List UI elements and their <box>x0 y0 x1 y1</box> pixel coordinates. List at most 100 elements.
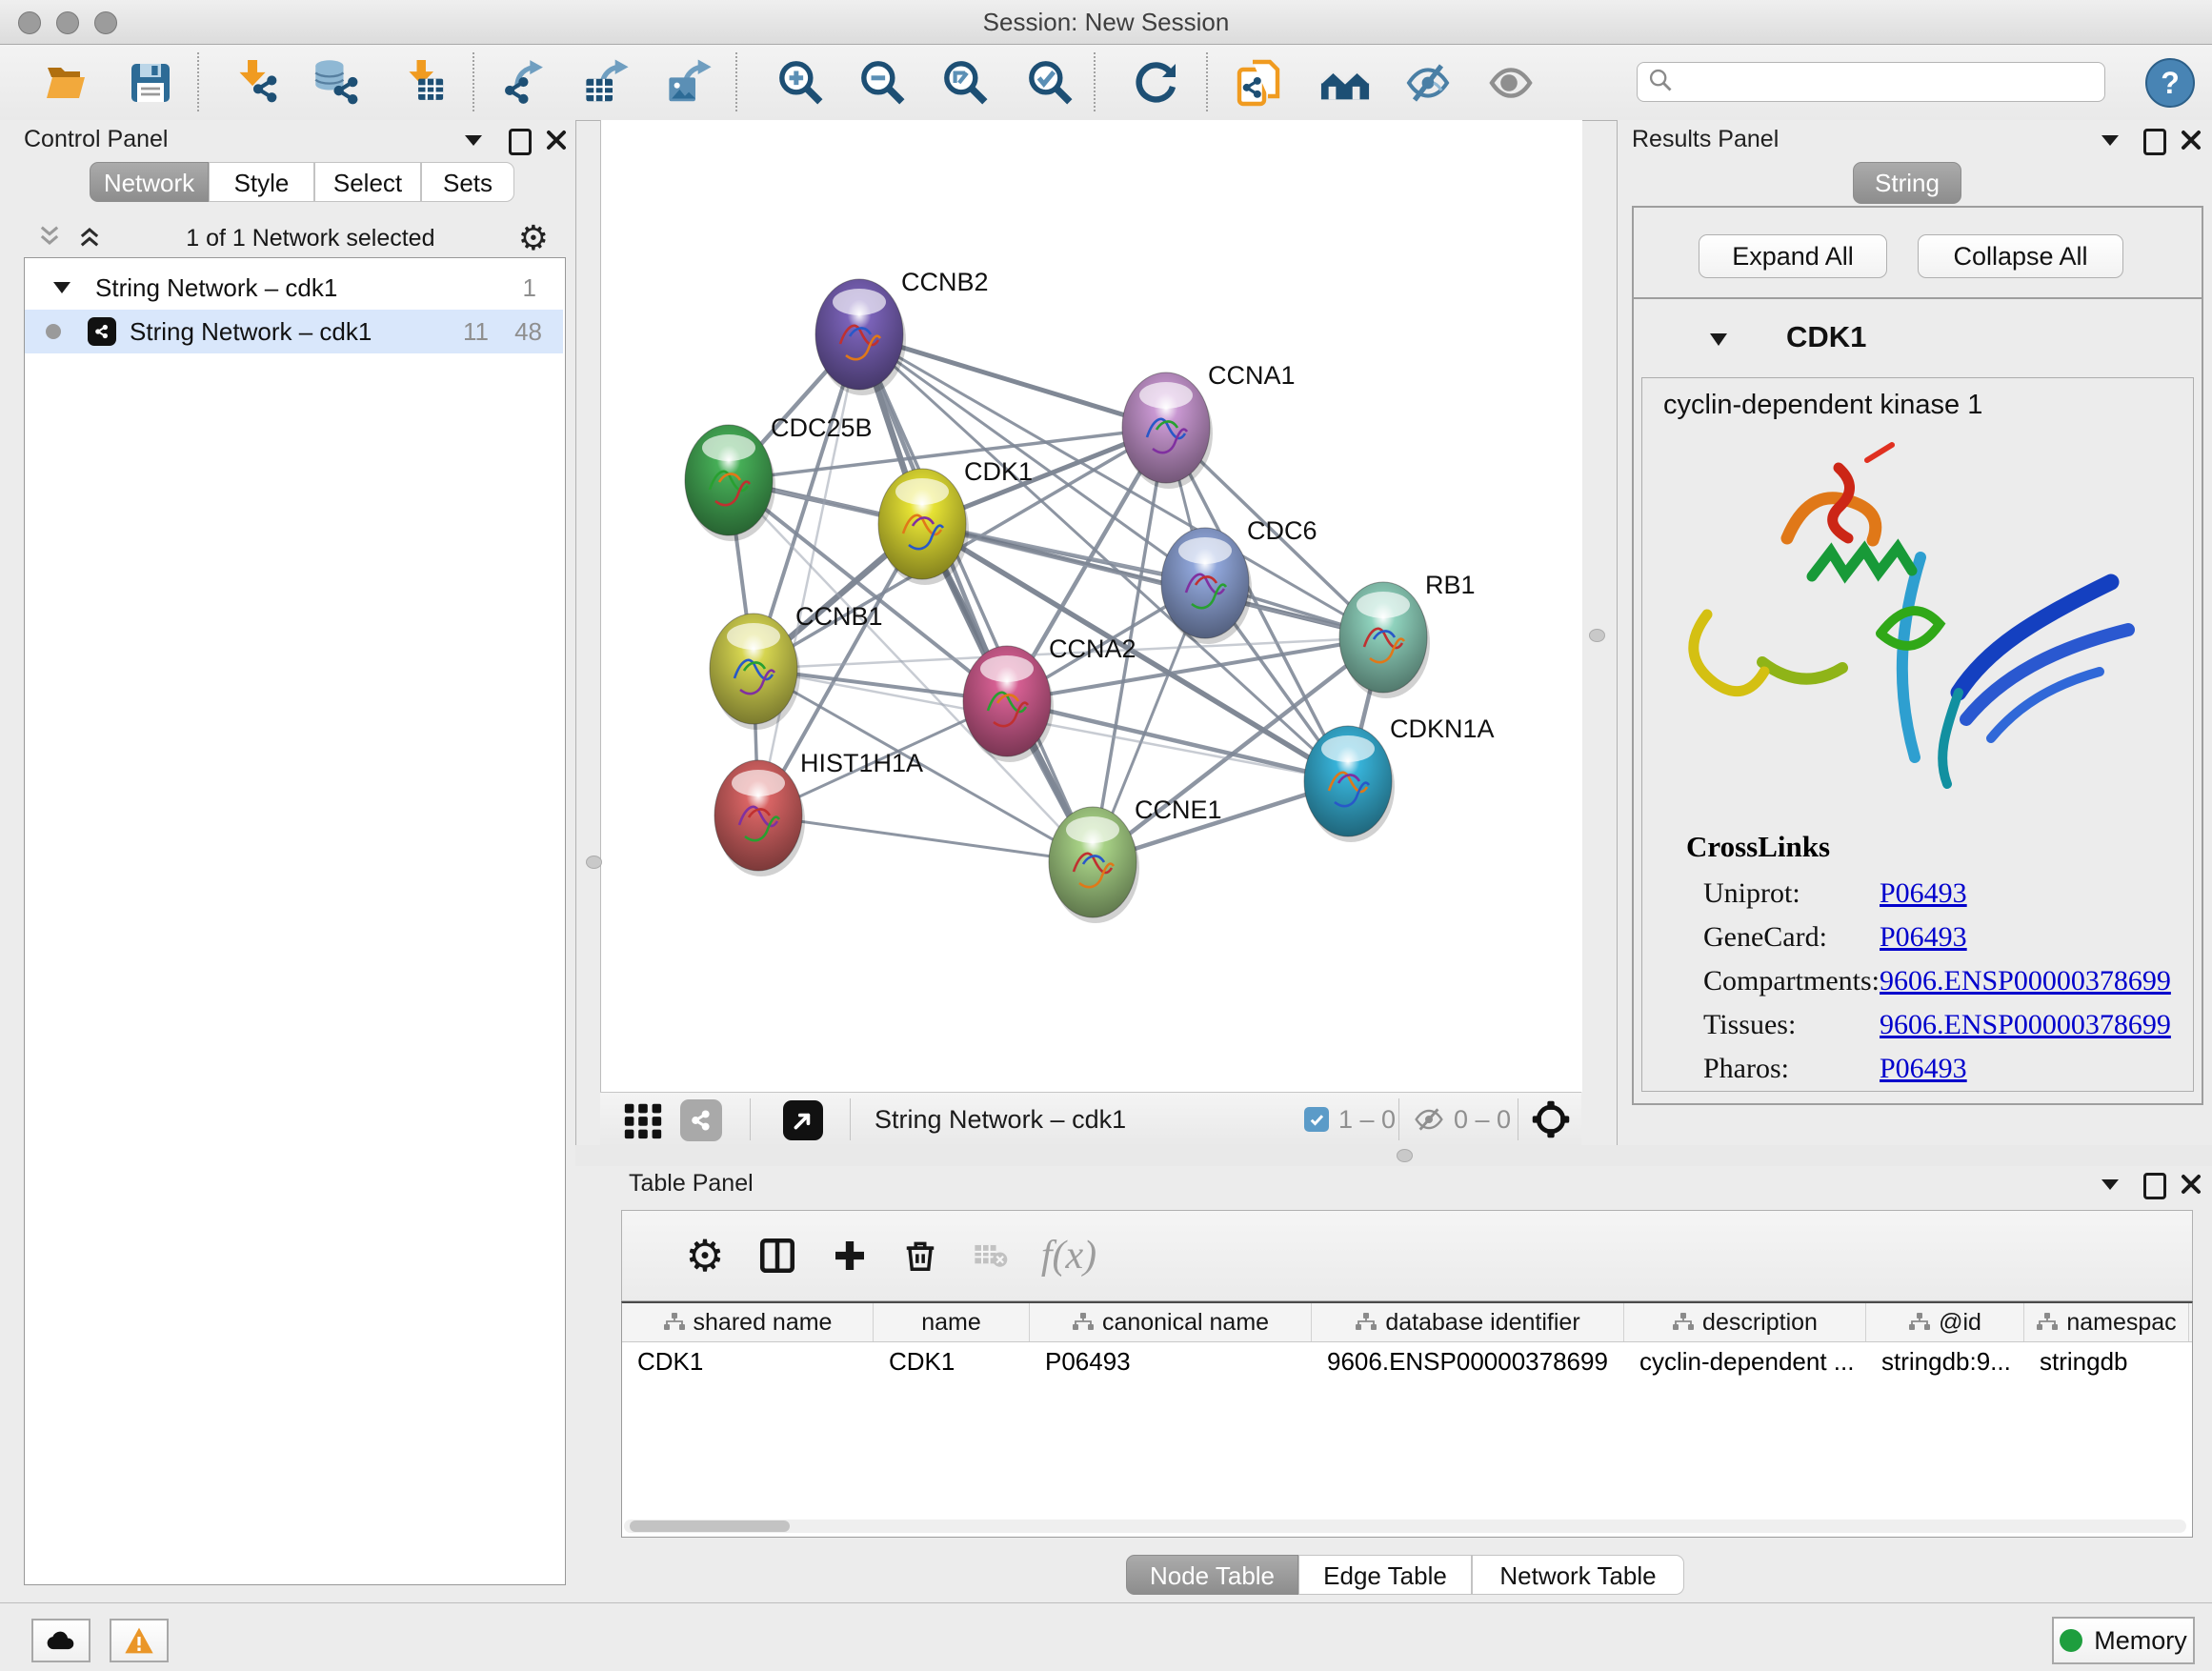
column-header-description[interactable]: description <box>1624 1303 1866 1341</box>
create-column-plus-icon[interactable] <box>826 1211 874 1300</box>
collapse-section-icon[interactable] <box>1710 333 1727 346</box>
tab-string[interactable]: String <box>1853 162 1961 204</box>
warning-status-button[interactable] <box>110 1619 169 1662</box>
horizontal-splitter[interactable] <box>575 1145 2212 1166</box>
tab-network-table[interactable]: Network Table <box>1472 1555 1684 1595</box>
zoom-selected-icon[interactable] <box>1018 54 1081 111</box>
right-splitter-grip[interactable] <box>1589 629 1605 642</box>
crosslink-value-link[interactable]: 9606.ENSP00000378699 <box>1880 965 2171 1009</box>
selected-checkbox-icon[interactable] <box>1304 1107 1329 1132</box>
help-button[interactable]: ? <box>2145 58 2195 108</box>
network-canvas[interactable]: CCNB2CCNA1CDC25BCDK1CDC6RB1CCNB1CCNA2CDK… <box>600 120 1582 1092</box>
expand-all-icon[interactable] <box>76 223 103 254</box>
collapse-all-icon[interactable] <box>36 223 63 254</box>
zoom-fit-content-icon[interactable] <box>934 54 996 111</box>
close-panel-icon[interactable] <box>2180 129 2202 156</box>
network-collection-row[interactable]: String Network – cdk1 1 <box>25 266 563 310</box>
crosslink-value-link[interactable]: P06493 <box>1880 921 1967 965</box>
float-panel-icon[interactable] <box>2143 1173 2166 1199</box>
close-panel-icon[interactable] <box>2180 1173 2202 1200</box>
column-header-canonical-name[interactable]: canonical name <box>1030 1303 1312 1341</box>
select-columns-icon[interactable] <box>754 1211 801 1300</box>
network-options-gear-icon[interactable]: ⚙ <box>518 219 549 258</box>
network-graph[interactable]: CCNB2CCNA1CDC25BCDK1CDC6RB1CCNB1CCNA2CDK… <box>601 120 1582 1092</box>
clone-network-icon[interactable] <box>1229 54 1292 111</box>
import-network-file-icon[interactable] <box>227 54 290 111</box>
node-CCNE1[interactable]: CCNE1 <box>1049 795 1222 923</box>
edge-CCNB2-HIST1H1A[interactable] <box>758 334 859 815</box>
crosslink-row: Compartments:9606.ENSP00000378699 <box>1703 965 2171 1009</box>
column-header--id[interactable]: @id <box>1866 1303 2024 1341</box>
tab-select[interactable]: Select <box>314 162 421 202</box>
crosslink-row: Tissues:9606.ENSP00000378699 <box>1703 1009 2171 1053</box>
edge-HIST1H1A-CCNE1[interactable] <box>758 815 1093 862</box>
tab-node-table[interactable]: Node Table <box>1126 1555 1298 1595</box>
zoom-out-icon[interactable] <box>851 54 914 111</box>
column-header-shared-name[interactable]: shared name <box>622 1303 874 1341</box>
close-panel-icon[interactable] <box>545 129 568 156</box>
left-splitter-grip[interactable] <box>586 856 602 869</box>
node-label-RB1: RB1 <box>1425 571 1476 599</box>
save-session-icon[interactable] <box>119 54 182 111</box>
hide-selected-icon[interactable] <box>1397 54 1459 111</box>
birds-eye-view-icon[interactable] <box>783 1100 823 1140</box>
import-network-database-icon[interactable] <box>306 54 369 111</box>
panel-menu-icon[interactable] <box>465 135 482 146</box>
column-header-name[interactable]: name <box>874 1303 1030 1341</box>
search-input[interactable] <box>1674 68 2104 96</box>
export-table-icon[interactable] <box>575 54 638 111</box>
network-badge-icon[interactable] <box>680 1099 722 1141</box>
splitter-grip[interactable] <box>1397 1149 1413 1162</box>
edge-CCNB2-CCNE1[interactable] <box>859 334 1093 862</box>
scrollbar-thumb[interactable] <box>630 1520 790 1532</box>
panel-menu-icon[interactable] <box>2101 1179 2119 1190</box>
crosslink-value-link[interactable]: P06493 <box>1880 1053 1967 1097</box>
collapse-all-button[interactable]: Collapse All <box>1918 234 2123 278</box>
show-all-icon[interactable] <box>1479 54 1542 111</box>
node-CDKN1A[interactable]: CDKN1A <box>1304 715 1495 842</box>
crosslink-label: Tissues: <box>1703 1009 1880 1053</box>
tab-sets[interactable]: Sets <box>421 162 514 202</box>
network-row-selected[interactable]: String Network – cdk1 11 48 <box>25 310 563 353</box>
expand-all-button[interactable]: Expand All <box>1699 234 1887 278</box>
tab-style[interactable]: Style <box>209 162 314 202</box>
open-session-icon[interactable] <box>35 54 98 111</box>
node-HIST1H1A[interactable]: HIST1H1A <box>714 749 923 876</box>
node-CDC6[interactable]: CDC6 <box>1161 516 1317 644</box>
panel-menu-icon[interactable] <box>2101 135 2119 146</box>
float-panel-icon[interactable] <box>509 129 532 155</box>
node-label-CDC6: CDC6 <box>1247 516 1317 545</box>
tab-network[interactable]: Network <box>90 162 209 202</box>
zoom-in-icon[interactable] <box>769 54 832 111</box>
column-header-database-identifier[interactable]: database identifier <box>1312 1303 1624 1341</box>
table-settings-gear-icon[interactable]: ⚙ <box>681 1211 729 1300</box>
crosslink-value-link[interactable]: P06493 <box>1880 877 1967 921</box>
crosslink-row: Uniprot:P06493 <box>1703 877 2171 921</box>
search-box[interactable] <box>1637 62 2105 102</box>
node-CCNA2[interactable]: CCNA2 <box>963 634 1136 762</box>
table-cell: 9606.ENSP00000378699 <box>1312 1342 1624 1380</box>
tab-edge-table[interactable]: Edge Table <box>1298 1555 1472 1595</box>
first-neighbors-icon[interactable] <box>1314 54 1377 111</box>
control-panel-tabs: NetworkStyleSelectSets <box>90 162 514 202</box>
edge-CCNA2-CDKN1A[interactable] <box>1007 701 1348 781</box>
search-icon <box>1647 67 1674 98</box>
delete-column-trash-icon[interactable] <box>896 1211 944 1300</box>
apply-preferred-layout-icon[interactable] <box>1124 54 1187 111</box>
export-network-icon[interactable] <box>493 54 556 111</box>
horizontal-scrollbar[interactable] <box>624 1520 2186 1533</box>
grid-view-icon[interactable] <box>621 1098 665 1147</box>
memory-button[interactable]: Memory <box>2052 1617 2195 1664</box>
node-CCNB2[interactable]: CCNB2 <box>815 268 989 395</box>
fit-selected-crosshair-icon[interactable] <box>1530 1098 1572 1145</box>
table-row[interactable]: CDK1CDK1P064939606.ENSP00000378699cyclin… <box>622 1342 2192 1380</box>
import-table-file-icon[interactable] <box>393 54 456 111</box>
column-header-namespac[interactable]: namespac <box>2024 1303 2189 1341</box>
export-image-icon[interactable] <box>658 54 721 111</box>
float-panel-icon[interactable] <box>2143 129 2166 155</box>
node-RB1[interactable]: RB1 <box>1339 571 1476 698</box>
cloud-status-button[interactable] <box>31 1619 90 1662</box>
network-type-icon <box>88 317 116 346</box>
crosslink-value-link[interactable]: 9606.ENSP00000378699 <box>1880 1009 2171 1053</box>
node-CCNB1[interactable]: CCNB1 <box>710 602 883 730</box>
